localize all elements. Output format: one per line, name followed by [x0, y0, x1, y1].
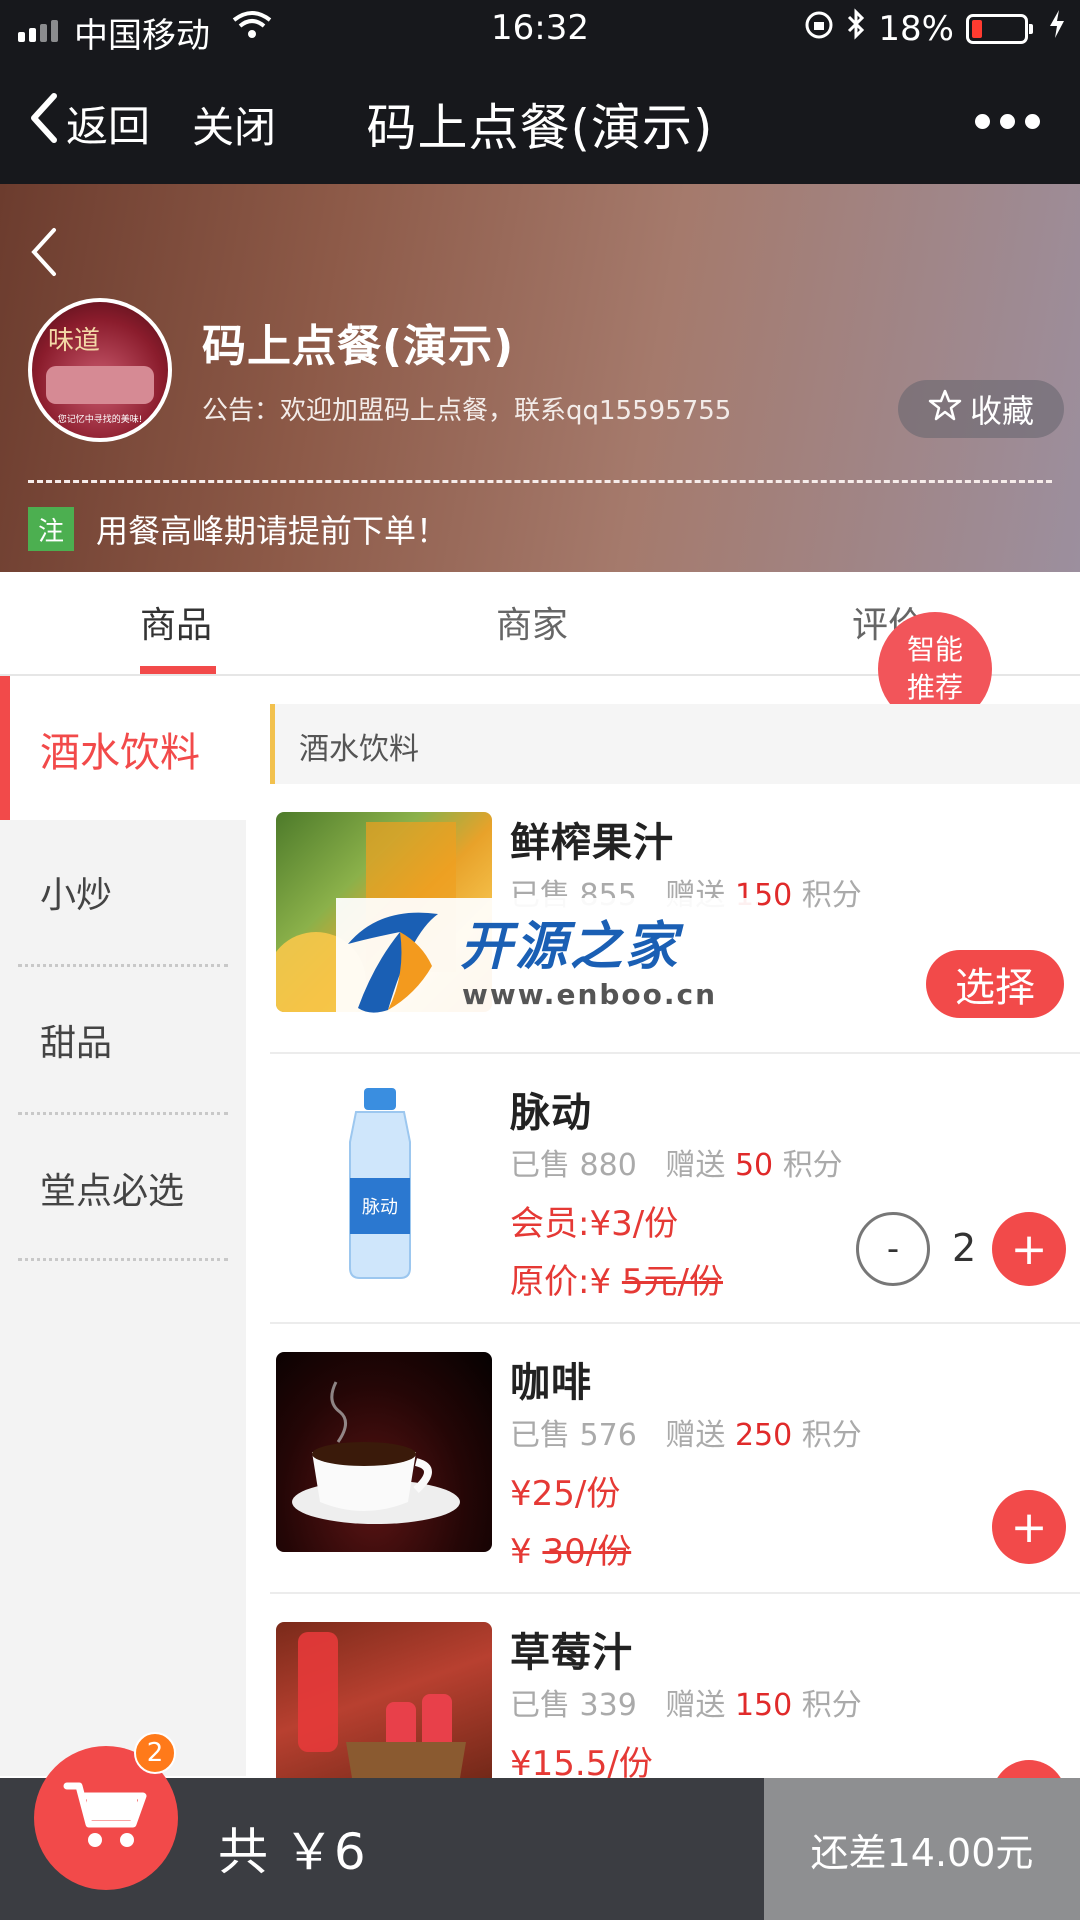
points-unit: 积分	[801, 878, 862, 913]
tab-merchant[interactable]: 商家	[496, 596, 568, 648]
product-name: 草莓汁	[510, 1630, 633, 1676]
product-name: 脉动	[510, 1090, 592, 1136]
checkout-button[interactable]: 还差14.00元	[764, 1778, 1080, 1920]
sold-count: 已售 880	[510, 1148, 637, 1183]
shop-notice: 公告：欢迎加盟码上点餐，联系qq15595755	[202, 396, 732, 426]
product-name: 鲜榨果汁	[510, 820, 674, 866]
nav-bar: 返回 关闭 码上点餐(演示)	[0, 58, 1080, 184]
product-image-coffee	[276, 1352, 492, 1552]
category-divider	[18, 1258, 228, 1261]
tab-active-indicator	[140, 666, 216, 674]
category-item-dessert[interactable]: 甜品	[0, 968, 246, 1112]
battery-icon	[966, 13, 1033, 44]
member-price: 会员:¥3/份	[510, 1204, 679, 1244]
original-price-value: 5元/份	[621, 1262, 723, 1302]
star-icon	[928, 388, 962, 430]
increase-quantity-button[interactable]: +	[992, 1212, 1066, 1286]
original-price-value: 30/份	[542, 1532, 632, 1572]
logo-text: 味道	[48, 326, 101, 356]
item-divider	[270, 1592, 1080, 1594]
favorite-label: 收藏	[969, 392, 1034, 430]
tab-products[interactable]: 商品	[140, 596, 212, 648]
product-stats: 已售 576 赠送 250 积分	[510, 1410, 862, 1454]
category-label: 小炒	[40, 875, 113, 916]
recommend-line2: 推荐	[906, 671, 963, 704]
watermark-title: 开源之家	[460, 917, 681, 977]
more-menu-icon[interactable]	[975, 114, 1040, 129]
battery-percent: 18%	[878, 8, 954, 49]
points-unit: 积分	[801, 1688, 862, 1723]
cart-total: 共 ￥6	[218, 1823, 366, 1881]
product-stats: 已售 880 赠送 50 积分	[510, 1140, 843, 1184]
section-header: 酒水饮料	[270, 704, 1080, 784]
bluetooth-icon	[846, 8, 866, 49]
category-item-must-pick[interactable]: 堂点必选	[0, 1116, 246, 1260]
original-price: ¥ 30/份	[510, 1524, 631, 1573]
shop-header: 味道 您记忆中寻找的美味! 码上点餐(演示) 公告：欢迎加盟码上点餐，联系qq1…	[0, 184, 1080, 572]
original-price-prefix: 原价:¥	[510, 1262, 622, 1302]
points-unit: 积分	[801, 1418, 862, 1453]
original-price: 原价:¥ 5元/份	[510, 1254, 723, 1303]
points-unit: 积分	[782, 1148, 843, 1183]
sold-count: 已售 339	[510, 1688, 637, 1723]
gift-label: 赠送	[665, 1148, 726, 1183]
category-item-stirfry[interactable]: 小炒	[0, 820, 246, 964]
watermark-url: www.enboo.cn	[462, 978, 718, 1011]
gift-label: 赠送	[665, 1688, 726, 1723]
category-divider	[18, 1112, 228, 1115]
product-name: 咖啡	[510, 1360, 592, 1406]
product-image-maidong: 脉动	[276, 1082, 492, 1282]
tip-row: 注 用餐高峰期请提前下单！	[28, 506, 448, 552]
category-item-drinks[interactable]: 酒水饮料	[0, 676, 246, 820]
recommend-line1: 智能	[906, 633, 963, 666]
current-price: ¥25/份	[510, 1474, 621, 1514]
category-label: 甜品	[40, 1023, 113, 1064]
cart-count-badge: 2	[134, 1732, 176, 1774]
watermark-logo-icon	[340, 904, 450, 1020]
header-back-icon[interactable]	[28, 226, 58, 282]
product-image-strawberry-juice	[276, 1622, 492, 1778]
product-stats: 已售 339 赠送 150 积分	[510, 1680, 862, 1724]
product-item: 草莓汁 已售 339 赠送 150 积分 ¥15.5/份	[270, 1622, 1080, 1778]
decrease-quantity-button[interactable]: -	[856, 1212, 930, 1286]
product-item: 脉动 脉动 已售 880 赠送 50 积分 会员:¥3/份 原价:¥ 5元/份 …	[270, 1082, 1080, 1352]
points-value: 150	[734, 1688, 793, 1723]
item-divider	[270, 1052, 1080, 1054]
section-title: 酒水饮料	[299, 732, 419, 767]
shop-logo: 味道 您记忆中寻找的美味!	[28, 298, 172, 442]
svg-text:脉动: 脉动	[362, 1197, 398, 1218]
favorite-button[interactable]: 收藏	[898, 380, 1064, 438]
logo-slogan: 您记忆中寻找的美味!	[57, 415, 143, 425]
category-divider	[18, 964, 228, 967]
add-to-cart-button[interactable]: +	[992, 1490, 1066, 1564]
add-to-cart-button[interactable]	[992, 1760, 1066, 1778]
charging-icon	[1048, 8, 1066, 49]
sold-count: 已售 576	[510, 1418, 637, 1453]
category-label: 堂点必选	[40, 1171, 185, 1212]
item-divider	[270, 1322, 1080, 1324]
logo-meat-image	[46, 366, 154, 404]
category-label: 酒水饮料	[40, 730, 200, 776]
shopping-cart-icon	[63, 1778, 149, 1858]
tip-text: 用餐高峰期请提前下单！	[96, 512, 449, 550]
header-divider	[28, 480, 1052, 483]
gift-label: 赠送	[665, 1418, 726, 1453]
shop-name: 码上点餐(演示)	[202, 321, 515, 372]
points-value: 250	[734, 1418, 793, 1453]
points-value: 50	[734, 1148, 774, 1183]
select-button[interactable]: 选择	[926, 950, 1064, 1018]
tip-tag: 注	[28, 507, 74, 551]
original-price-prefix: ¥	[510, 1532, 543, 1572]
status-bar: 中国移动 16:32 18%	[0, 0, 1080, 58]
rotation-lock-icon	[804, 9, 834, 49]
watermark: 开源之家 www.enboo.cn	[336, 898, 758, 1020]
current-price: ¥15.5/份	[510, 1744, 653, 1778]
page-title: 码上点餐(演示)	[366, 99, 714, 157]
product-item: 咖啡 已售 576 赠送 250 积分 ¥25/份 ¥ 30/份 +	[270, 1352, 1080, 1622]
category-sidebar: 酒水饮料 小炒 甜品 堂点必选	[0, 676, 246, 1776]
quantity-value: 2	[952, 1226, 977, 1270]
